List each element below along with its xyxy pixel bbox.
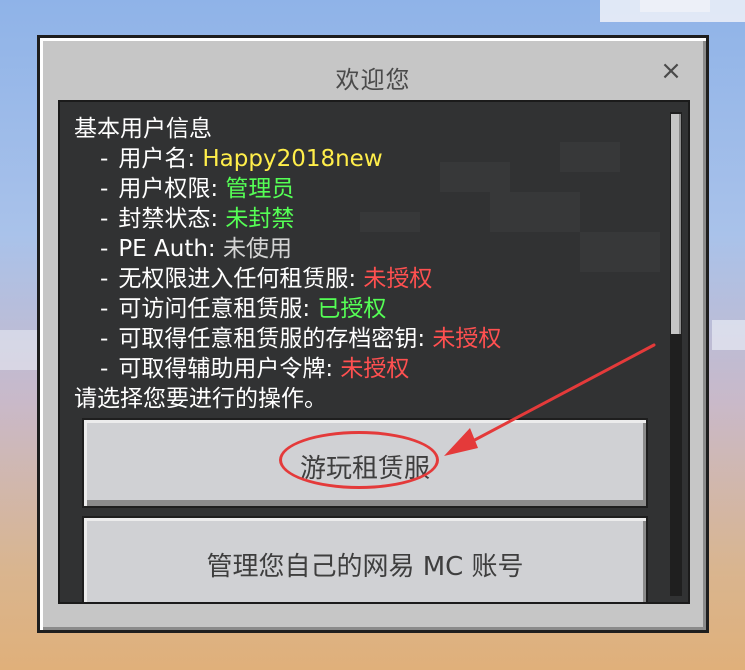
info-item-label: 无权限进入任何租赁服: <box>118 266 364 292</box>
item-bullet: - <box>100 296 109 322</box>
info-item-value: 未授权 <box>432 326 502 352</box>
action-prompt: 请选择您要进行的操作。 <box>74 386 327 412</box>
info-item-value: 未授权 <box>340 356 410 382</box>
info-item-value: Happy2018new <box>202 146 383 172</box>
welcome-dialog: 欢迎您 × 基本用户信息 - 用户名: Happy2018new - 用户权限: 管理… <box>37 35 709 633</box>
info-item: - PE Auth: 未使用 <box>74 234 658 264</box>
info-item: - 可访问任意租赁服: 已授权 <box>74 294 658 324</box>
info-heading: 基本用户信息 <box>74 116 212 142</box>
cloud <box>640 0 710 12</box>
info-item-value: 未使用 <box>223 236 292 262</box>
manage-account-label: 管理您自己的网易 MC 账号 <box>206 552 524 582</box>
manage-account-button[interactable]: 管理您自己的网易 MC 账号 <box>82 516 648 602</box>
info-item: - 封禁状态: 未封禁 <box>74 204 658 234</box>
scrollbar[interactable] <box>670 112 682 596</box>
info-item: - 可取得辅助用户令牌: 未授权 <box>74 354 658 384</box>
info-item-label: 可取得任意租赁服的存档密钥: <box>118 326 433 352</box>
cloud <box>712 320 745 350</box>
content-panel: 基本用户信息 - 用户名: Happy2018new - 用户权限: 管理员 - 封禁状态… <box>58 100 690 604</box>
item-bullet: - <box>100 326 109 352</box>
info-item: - 用户权限: 管理员 <box>74 174 658 204</box>
info-item: - 无权限进入任何租赁服: 未授权 <box>74 264 658 294</box>
cloud <box>0 330 40 370</box>
info-item: - 用户名: Happy2018new <box>74 144 658 174</box>
item-bullet: - <box>100 266 109 292</box>
info-item-value: 未封禁 <box>225 206 295 232</box>
item-bullet: - <box>100 146 109 172</box>
scrollbar-thumb[interactable] <box>671 114 681 334</box>
info-item-label: 封禁状态: <box>118 206 226 232</box>
dialog-title: 欢迎您 <box>335 66 411 94</box>
annotation-ellipse <box>279 431 439 489</box>
info-item-label: 用户权限: <box>118 176 226 202</box>
info-item: - 可取得任意租赁服的存档密钥: 未授权 <box>74 324 658 354</box>
item-bullet: - <box>100 236 109 262</box>
info-item-value: 管理员 <box>225 176 295 202</box>
item-bullet: - <box>100 356 109 382</box>
info-item-label: 可取得辅助用户令牌: <box>118 356 341 382</box>
user-info: 基本用户信息 - 用户名: Happy2018new - 用户权限: 管理员 - 封禁状态… <box>74 114 658 414</box>
info-item-label: 可访问任意租赁服: <box>118 296 318 322</box>
close-icon[interactable]: × <box>656 56 686 86</box>
info-item-value: 未授权 <box>363 266 433 292</box>
info-item-label: PE Auth: <box>118 236 223 262</box>
info-item-value: 已授权 <box>317 296 387 322</box>
title-bar: 欢迎您 × <box>40 38 706 98</box>
item-bullet: - <box>100 206 109 232</box>
item-bullet: - <box>100 176 109 202</box>
info-item-label: 用户名: <box>118 146 203 172</box>
